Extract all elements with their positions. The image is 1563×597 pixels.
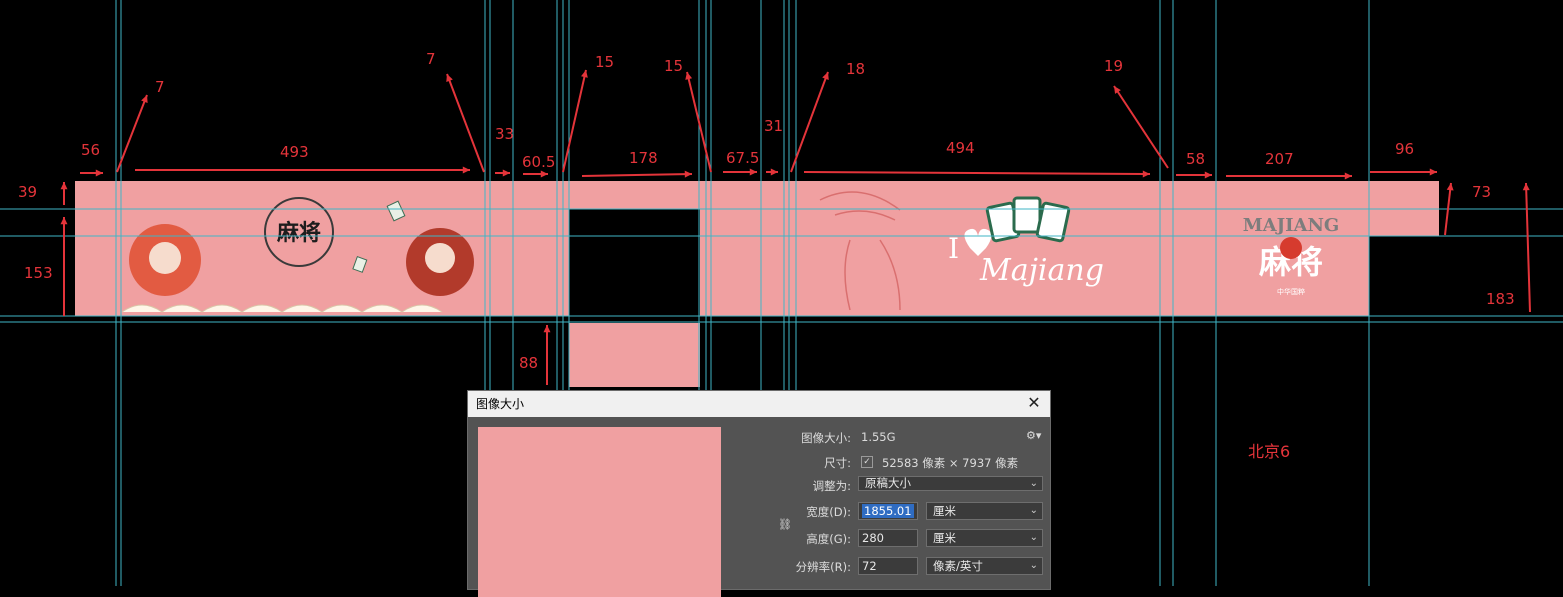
dimension-arrow — [60, 217, 68, 316]
resolution-unit: 像素/英寸 — [933, 559, 983, 573]
width-unit-select[interactable]: 厘米 ⌄ — [926, 502, 1043, 520]
dimension-arrow — [135, 166, 470, 174]
dim-label: 15 — [595, 53, 614, 71]
dimension-arrow — [543, 325, 551, 385]
image-size-value: 1.55G — [861, 430, 896, 444]
image-size-label: 图像大小: — [801, 431, 851, 445]
lion-mascot-icon — [1280, 237, 1302, 259]
dim-label: 96 — [1395, 140, 1414, 158]
lower-pink-block — [569, 323, 700, 387]
height-input[interactable]: 280 — [858, 529, 918, 547]
dimension-arrow — [1176, 171, 1212, 179]
dim-label: 15 — [664, 57, 683, 75]
dimension-arrow — [495, 169, 510, 177]
resolution-value: 72 — [862, 559, 877, 573]
height-unit-select[interactable]: 厘米 ⌄ — [926, 529, 1043, 547]
tile-icon-white — [1012, 196, 1042, 234]
dim-label: 39 — [18, 183, 37, 201]
dim-label: 73 — [1472, 183, 1491, 201]
dim-label: 60.5 — [522, 153, 555, 171]
resolution-unit-select[interactable]: 像素/英寸 ⌄ — [926, 557, 1043, 575]
dim-label: 7 — [155, 78, 165, 96]
dimension-arrow — [1522, 182, 1531, 313]
dimensions-value: 52583 像素 × 7937 像素 — [882, 456, 1019, 470]
dimension-arrow — [803, 170, 1151, 178]
dim-label: 67.5 — [726, 149, 759, 167]
dim-label: 153 — [24, 264, 53, 282]
resolution-input[interactable]: 72 — [858, 557, 918, 575]
logo-sub-text: 中华国粹 — [1277, 287, 1305, 296]
dimension-arrow — [523, 170, 548, 178]
height-value: 280 — [862, 531, 884, 545]
dimension-arrow — [723, 168, 757, 176]
banner-panels — [75, 181, 1439, 387]
close-icon[interactable]: ✕ — [1024, 393, 1044, 413]
chevron-down-icon: ⌄ — [1029, 505, 1038, 516]
dialog-title: 图像大小 — [476, 397, 525, 411]
dimension-arrow — [581, 170, 693, 178]
gear-icon[interactable]: ⚙▾ — [1026, 429, 1041, 442]
dimension-arrow — [685, 71, 712, 173]
width-unit: 厘米 — [933, 504, 956, 518]
dim-label: 88 — [519, 354, 538, 372]
dim-label: 7 — [426, 50, 436, 68]
location-note: 北京6 — [1248, 442, 1290, 461]
image-size-dialog: 图像大小 ✕ 图像大小: 1.55G ⚙▾ 尺寸: ✓ 52583 像素 × 7… — [467, 390, 1051, 597]
opera-face-left — [149, 242, 181, 274]
dialog-titlebar: 图像大小 ✕ — [468, 391, 1050, 417]
dim-label: 56 — [81, 141, 100, 159]
dimensions-label: 尺寸: — [824, 456, 851, 470]
resolution-label: 分辨率(R): — [795, 560, 851, 574]
width-value: 1855.01 — [862, 504, 914, 518]
dimension-arrow — [1370, 168, 1437, 176]
dim-label: 33 — [495, 125, 514, 143]
dimension-arrow — [1226, 172, 1352, 180]
opera-face-right — [425, 243, 455, 273]
cutout-black — [569, 209, 700, 316]
dim-label: 31 — [764, 117, 783, 135]
dimension-arrow — [766, 168, 778, 176]
width-input[interactable]: 1855.01 — [858, 502, 918, 520]
dimension-arrow — [446, 73, 485, 173]
dimensions-dropdown-icon[interactable]: ✓ — [861, 456, 873, 468]
i-love-text: I — [948, 232, 959, 265]
dim-label: 494 — [946, 139, 975, 157]
dim-label: 19 — [1104, 57, 1123, 75]
logo-en-text: MAJIANG — [1243, 215, 1340, 236]
chevron-down-icon: ⌄ — [1029, 478, 1038, 489]
height-label: 高度(G): — [806, 532, 851, 546]
dimension-arrow — [116, 94, 148, 173]
dim-label: 18 — [846, 60, 865, 78]
dimension-arrow — [562, 69, 588, 173]
fit-to-select[interactable]: 原稿大小 ⌄ — [858, 476, 1043, 491]
image-preview — [478, 427, 721, 597]
dimension-arrow — [80, 169, 103, 177]
dim-label: 493 — [280, 143, 309, 161]
chevron-down-icon: ⌄ — [1029, 532, 1038, 543]
dim-label: 207 — [1265, 150, 1294, 168]
width-label: 宽度(D): — [806, 505, 851, 519]
height-unit: 厘米 — [933, 531, 956, 545]
left-logo-text: 麻将 — [276, 220, 321, 246]
dim-label: 178 — [629, 149, 658, 167]
fit-to-label: 调整为: — [812, 479, 851, 493]
fit-to-value: 原稿大小 — [865, 476, 911, 490]
dimension-arrow — [790, 71, 829, 173]
majiang-script-text: Majiang — [979, 253, 1104, 288]
dim-label: 183 — [1486, 290, 1515, 308]
chevron-down-icon: ⌄ — [1029, 560, 1038, 571]
dimension-arrow — [60, 182, 68, 205]
dim-label: 58 — [1186, 150, 1205, 168]
